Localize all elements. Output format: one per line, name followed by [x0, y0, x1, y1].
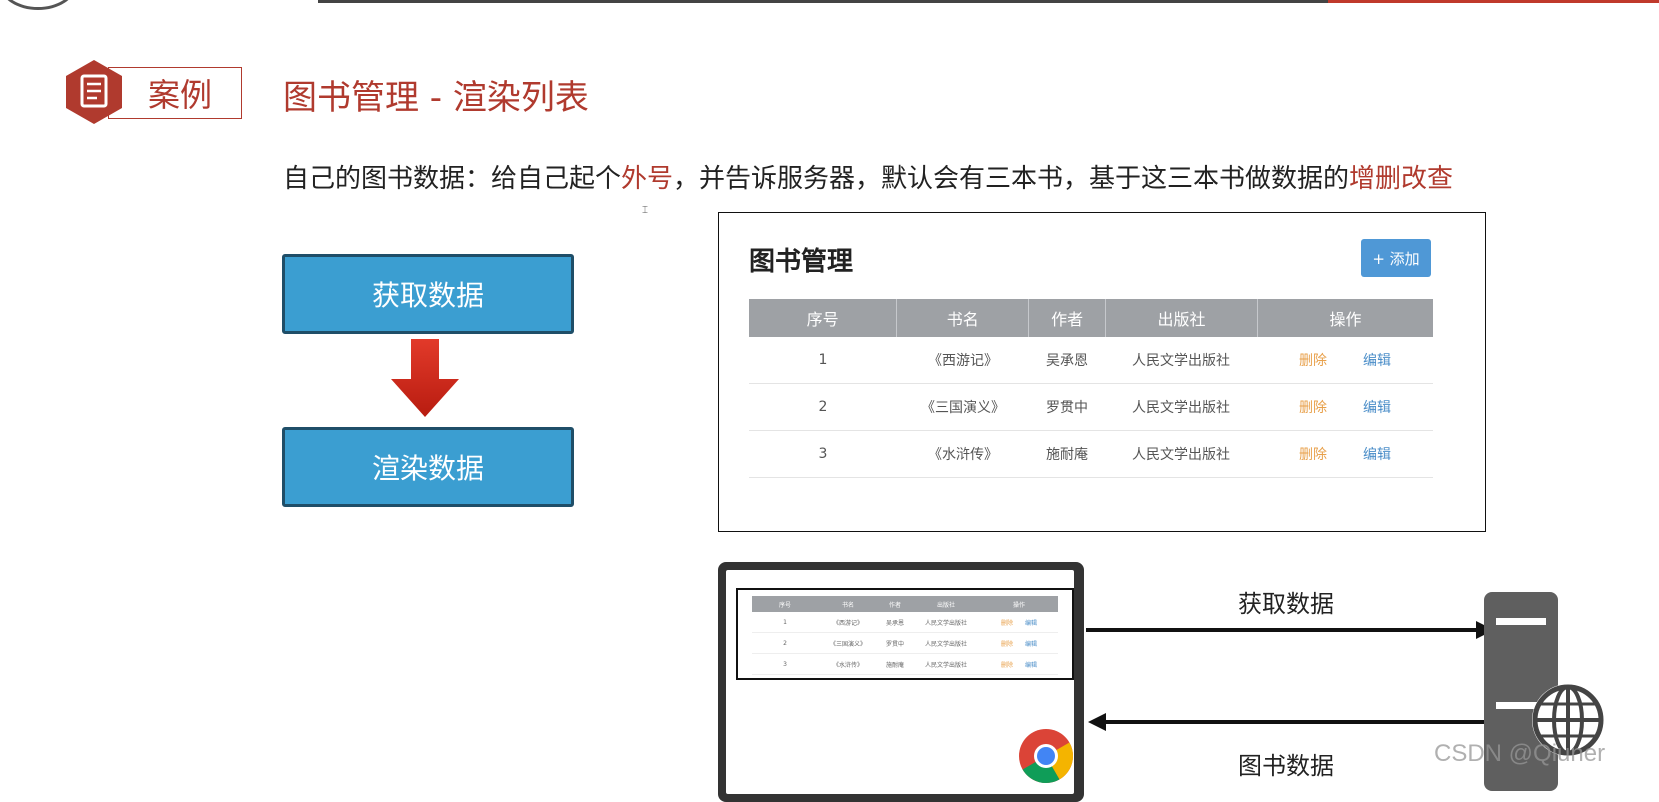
- mini-cell-author: 罗贯中: [885, 640, 904, 648]
- mini-edit-link: 编辑: [1025, 640, 1038, 648]
- page-title: 图书管理 - 渲染列表: [283, 78, 589, 118]
- column-header-author: 作者: [1029, 299, 1106, 337]
- table-row: 1 《西游记》 吴承恩 人民文学出版社 删除 编辑: [749, 337, 1433, 384]
- mini-delete-link: 删除: [1000, 640, 1013, 648]
- mini-edit-link: 编辑: [1025, 661, 1038, 669]
- cell-author: 吴承恩: [1046, 353, 1088, 369]
- mini-header-author: 作者: [888, 601, 901, 609]
- request-arrow-icon: [1086, 621, 1494, 639]
- flow-step-fetch: 获取数据: [282, 254, 574, 334]
- description: 自己的图书数据：给自己起个外号，并告诉服务器，默认会有三本书，基于这三本书做数据…: [283, 158, 1453, 195]
- flow-step-render: 渲染数据: [282, 427, 574, 507]
- description-highlight-crud: 增删改查: [1349, 164, 1454, 194]
- cell-publisher: 人民文学出版社: [1132, 447, 1230, 463]
- column-header-actions: 操作: [1329, 310, 1362, 329]
- mouse-cursor-icon: ⌶: [642, 205, 648, 216]
- delete-link[interactable]: 删除: [1299, 444, 1327, 464]
- mini-table-row: 2 《三国演义》 罗贯中 人民文学出版社 删除 编辑: [752, 633, 1058, 654]
- browser-screen: 序号 书名 作者 出版社 操作 1 《西游记》 吴承恩 人民文学出版社 删除 编辑…: [726, 570, 1074, 794]
- document-icon: [66, 60, 122, 124]
- top-accent-bar: [1328, 0, 1659, 3]
- edit-link[interactable]: 编辑: [1363, 350, 1391, 370]
- mini-table-row: 1 《西游记》 吴承恩 人民文学出版社 删除 编辑: [752, 612, 1058, 633]
- table-row: 3 《水浒传》 施耐庵 人民文学出版社 删除 编辑: [749, 431, 1433, 478]
- mini-book-table: 序号 书名 作者 出版社 操作 1 《西游记》 吴承恩 人民文学出版社 删除 编辑…: [752, 596, 1058, 675]
- mini-table-header: 序号 书名 作者 出版社 操作: [752, 596, 1058, 612]
- mini-cell-name: 《西游记》: [832, 619, 863, 627]
- delete-link[interactable]: 删除: [1299, 397, 1327, 417]
- cell-actions: 删除 编辑: [1257, 384, 1433, 430]
- mini-cell-index: 2: [783, 639, 787, 647]
- mini-header-publisher: 出版社: [936, 601, 955, 609]
- mini-cell-name: 《三国演义》: [829, 640, 866, 648]
- top-divider: [318, 0, 1328, 3]
- mini-cell-name: 《水浒传》: [832, 661, 863, 669]
- book-management-panel: 图书管理 + 添加 序号 书名 作者 出版社 操作 1 《西游记》 吴承恩 人民…: [718, 212, 1486, 532]
- edit-link[interactable]: 编辑: [1363, 397, 1391, 417]
- mini-table-frame: 序号 书名 作者 出版社 操作 1 《西游记》 吴承恩 人民文学出版社 删除 编辑…: [736, 588, 1074, 680]
- laptop-browser-mockup: 序号 书名 作者 出版社 操作 1 《西游记》 吴承恩 人民文学出版社 删除 编辑…: [718, 562, 1084, 802]
- cell-index: 3: [818, 446, 828, 462]
- cell-publisher: 人民文学出版社: [1132, 400, 1230, 416]
- mini-table-row: 3 《水浒传》 施耐庵 人民文学出版社 删除 编辑: [752, 654, 1058, 675]
- column-header-index: 序号: [749, 299, 898, 337]
- mini-cell-actions: 删除 编辑: [980, 654, 1058, 674]
- request-label: 获取数据: [1238, 590, 1334, 618]
- cell-actions: 删除 编辑: [1257, 431, 1433, 477]
- table-header: 序号 书名 作者 出版社 操作: [749, 299, 1433, 337]
- mini-cell-author: 吴承恩: [885, 619, 904, 627]
- column-header-name: 书名: [897, 299, 1030, 337]
- chrome-browser-icon: [1019, 729, 1073, 784]
- mini-cell-actions: 删除 编辑: [980, 612, 1058, 632]
- book-table: 序号 书名 作者 出版社 操作 1 《西游记》 吴承恩 人民文学出版社 删除 编…: [749, 299, 1433, 478]
- cell-index: 2: [818, 399, 828, 415]
- mini-cell-index: 3: [783, 660, 787, 668]
- mini-header-actions: 操作: [1012, 601, 1025, 609]
- response-arrow-icon: [1088, 713, 1496, 731]
- mini-delete-link: 删除: [1000, 619, 1013, 627]
- badge-label: 案例: [148, 76, 213, 114]
- description-highlight-nickname: 外号: [621, 164, 674, 194]
- mini-cell-publisher: 人民文学出版社: [924, 661, 967, 669]
- response-label: 图书数据: [1238, 752, 1334, 780]
- mini-cell-publisher: 人民文学出版社: [924, 640, 967, 648]
- mini-delete-link: 删除: [1000, 661, 1013, 669]
- mini-edit-link: 编辑: [1025, 619, 1038, 627]
- down-arrow-icon: [391, 339, 459, 417]
- cell-index: 1: [818, 352, 828, 368]
- column-header-publisher: 出版社: [1106, 299, 1259, 337]
- mini-cell-actions: 删除 编辑: [980, 633, 1058, 653]
- cell-name: 《西游记》: [928, 353, 998, 369]
- description-part1: 自己的图书数据：给自己起个: [283, 164, 622, 194]
- slide-top-bar: [0, 0, 1659, 10]
- cell-name: 《三国演义》: [921, 400, 1005, 416]
- edit-link[interactable]: 编辑: [1363, 444, 1391, 464]
- mini-cell-author: 施耐庵: [885, 661, 904, 669]
- cell-author: 罗贯中: [1046, 400, 1088, 416]
- panel-title: 图书管理: [749, 247, 854, 277]
- watermark: CSDN @Qiuner: [1434, 740, 1606, 767]
- cell-publisher: 人民文学出版社: [1132, 353, 1230, 369]
- delete-link[interactable]: 删除: [1299, 350, 1327, 370]
- cell-actions: 删除 编辑: [1257, 337, 1433, 383]
- cell-author: 施耐庵: [1046, 447, 1088, 463]
- mini-header-name: 书名: [841, 601, 854, 609]
- mini-header-index: 序号: [778, 601, 791, 609]
- add-book-button[interactable]: + 添加: [1361, 239, 1431, 277]
- mini-cell-index: 1: [783, 618, 787, 626]
- case-badge: 案例: [64, 58, 242, 126]
- logo-circle: [0, 0, 76, 10]
- cell-name: 《水浒传》: [928, 447, 998, 463]
- table-row: 2 《三国演义》 罗贯中 人民文学出版社 删除 编辑: [749, 384, 1433, 431]
- description-part2: ，并告诉服务器，默认会有三本书，基于这三本书做数据的: [673, 164, 1350, 194]
- mini-cell-publisher: 人民文学出版社: [924, 619, 967, 627]
